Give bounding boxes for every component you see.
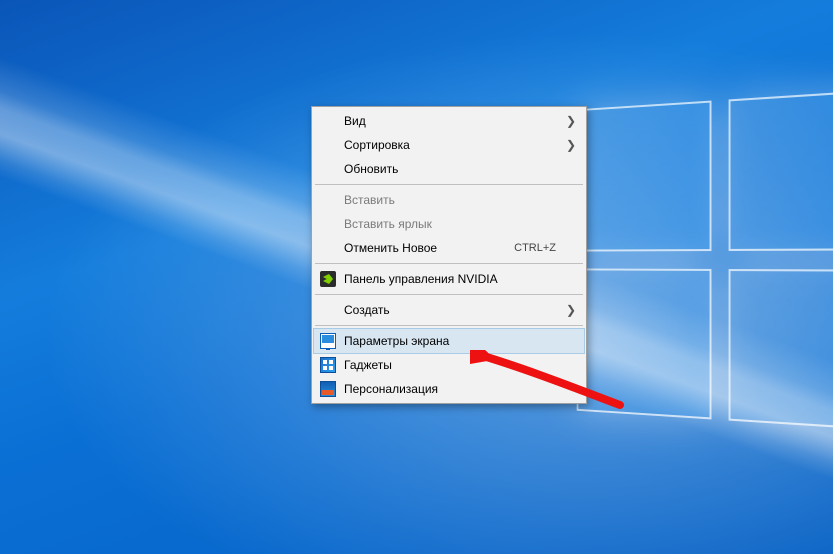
menu-label: Персонализация [344, 382, 556, 396]
menu-label: Гаджеты [344, 358, 556, 372]
menu-item-new[interactable]: Создать ❯ [314, 298, 584, 322]
gadgets-icon [320, 357, 336, 373]
personalize-icon [320, 381, 336, 397]
menu-item-undo[interactable]: Отменить Новое CTRL+Z [314, 236, 584, 260]
chevron-right-icon: ❯ [566, 138, 576, 152]
menu-item-gadgets[interactable]: Гаджеты [314, 353, 584, 377]
menu-item-display-settings[interactable]: Параметры экрана [314, 329, 584, 353]
menu-item-sort[interactable]: Сортировка ❯ [314, 133, 584, 157]
chevron-right-icon: ❯ [566, 303, 576, 317]
menu-separator [315, 294, 583, 295]
menu-item-view[interactable]: Вид ❯ [314, 109, 584, 133]
menu-label: Параметры экрана [344, 334, 556, 348]
menu-label: Вставить ярлык [344, 217, 556, 231]
menu-label: Панель управления NVIDIA [344, 272, 556, 286]
menu-label: Вставить [344, 193, 556, 207]
menu-separator [315, 325, 583, 326]
menu-item-paste-shortcut: Вставить ярлык [314, 212, 584, 236]
display-icon [320, 333, 336, 349]
desktop-context-menu: Вид ❯ Сортировка ❯ Обновить Вставить Вст… [311, 106, 587, 404]
chevron-right-icon: ❯ [566, 114, 576, 128]
menu-item-paste: Вставить [314, 188, 584, 212]
menu-item-nvidia[interactable]: Панель управления NVIDIA [314, 267, 584, 291]
menu-label: Обновить [344, 162, 556, 176]
menu-label: Отменить Новое [344, 241, 514, 255]
menu-item-refresh[interactable]: Обновить [314, 157, 584, 181]
menu-shortcut: CTRL+Z [514, 242, 556, 254]
menu-label: Сортировка [344, 138, 556, 152]
menu-label: Вид [344, 114, 556, 128]
nvidia-icon [320, 271, 336, 287]
menu-label: Создать [344, 303, 556, 317]
menu-item-personalize[interactable]: Персонализация [314, 377, 584, 401]
menu-separator [315, 263, 583, 264]
menu-separator [315, 184, 583, 185]
